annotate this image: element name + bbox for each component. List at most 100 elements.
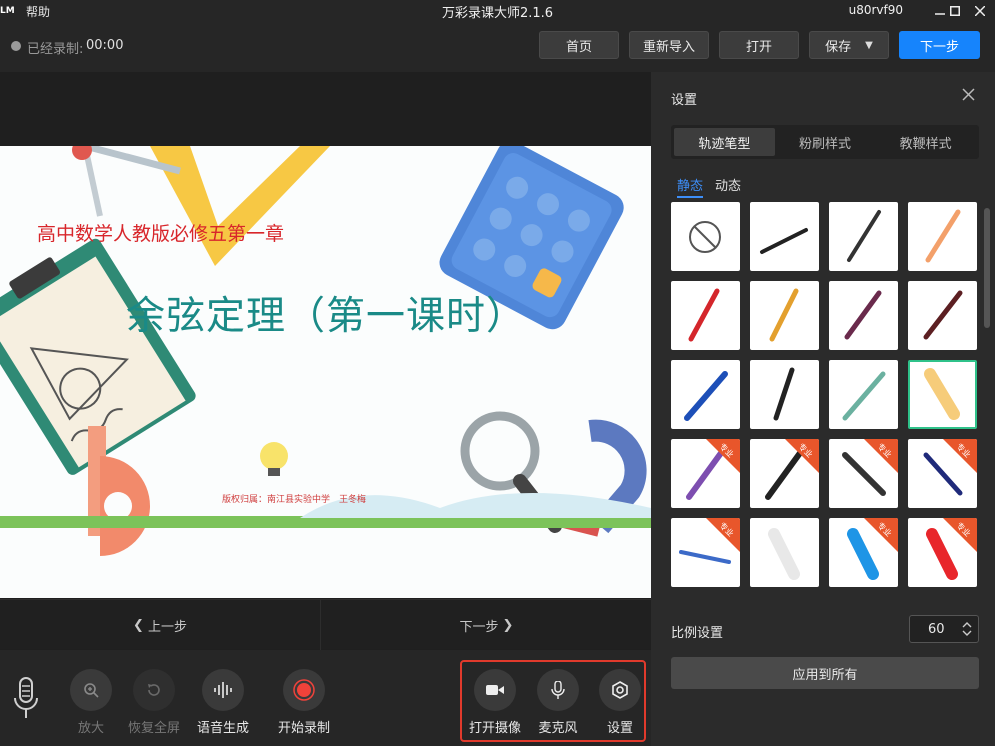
next-step-nav-button[interactable]: 下一步 ❯: [322, 600, 651, 650]
marker-icon: [773, 367, 795, 421]
pro-badge: 专业: [785, 439, 819, 473]
title-bar: LM 帮助 万彩录课大师2.1.6 u80rvf90: [0, 0, 995, 22]
pen-red[interactable]: [671, 281, 740, 350]
restore-fullscreen-button[interactable]: [133, 669, 175, 711]
pen-black-gold[interactable]: 专业: [750, 439, 819, 508]
pen-burgundy[interactable]: [908, 281, 977, 350]
ratio-stepper[interactable]: 60: [909, 615, 979, 643]
highlight-frame: [460, 660, 646, 742]
microphone-level-icon: [14, 677, 38, 718]
ratio-value[interactable]: 60: [928, 622, 945, 637]
pencil-icon: [760, 228, 808, 254]
recorded-label: 已经录制:: [27, 42, 84, 57]
pen-black-marker[interactable]: [750, 360, 819, 429]
pen-icon: [844, 290, 882, 340]
close-window-button[interactable]: [965, 0, 995, 22]
pen-fineliner[interactable]: [829, 202, 898, 271]
subtab-dynamic[interactable]: 动态: [715, 175, 741, 198]
stepper-arrows-icon[interactable]: [962, 621, 972, 637]
pen-pencil-orange[interactable]: [908, 202, 977, 271]
prev-step-button[interactable]: ❮ 上一步: [0, 600, 321, 650]
pen-icon: [688, 288, 720, 342]
pen-blue-fountain[interactable]: [671, 360, 740, 429]
no-pen-icon: [689, 221, 721, 253]
start-record-button[interactable]: [283, 669, 325, 711]
pen-none[interactable]: [671, 202, 740, 271]
chevron-left-icon: ❮: [133, 617, 144, 633]
maximize-icon: [950, 6, 960, 16]
chevron-right-icon: ❯: [502, 617, 514, 633]
settings-panel: 设置 轨迹笔型 粉刷样式 教鞭样式 静态 动态 专业 专业 专业 专业 专业 专…: [651, 72, 995, 746]
zoom-in-icon: [84, 683, 99, 698]
top-toolbar: 已经录制: 00:00 首页 重新导入 打开 保存 ▼ 下一步: [0, 22, 995, 72]
pro-badge: 专业: [706, 518, 740, 552]
menu-help[interactable]: 帮助: [26, 3, 50, 20]
scrollbar-thumb[interactable]: [984, 208, 990, 328]
slide-navigation: ❮ 上一步 下一步 ❯: [0, 599, 651, 650]
close-icon: [975, 6, 985, 16]
pen-teal-fountain[interactable]: [829, 360, 898, 429]
pen-grey-ballpoint[interactable]: 专业: [829, 439, 898, 508]
pen-icon: [769, 288, 799, 342]
save-label: 保存: [825, 39, 852, 55]
apply-to-all-button[interactable]: 应用到所有: [671, 657, 979, 689]
pen-icon: [847, 210, 881, 262]
open-button[interactable]: 打开: [719, 31, 799, 59]
username[interactable]: u80rvf90: [849, 3, 903, 17]
pro-badge: 专业: [864, 518, 898, 552]
pen-pencil-black[interactable]: [750, 202, 819, 271]
prev-step-label: 上一步: [147, 619, 187, 635]
voice-generate-label: 语音生成: [196, 721, 249, 736]
save-dropdown-button[interactable]: 保存 ▼: [809, 31, 889, 59]
pencil-icon: [925, 209, 961, 263]
fountain-pen-icon: [842, 371, 886, 421]
home-button[interactable]: 首页: [539, 31, 619, 59]
reimport-button[interactable]: 重新导入: [629, 31, 709, 59]
pen-purple-pencil[interactable]: 专业: [671, 439, 740, 508]
next-step-button[interactable]: 下一步: [899, 31, 980, 59]
window-title: 万彩录课大师2.1.6: [441, 5, 554, 21]
next-step-label: 下一步: [459, 619, 499, 635]
pen-purple[interactable]: [829, 281, 898, 350]
pen-icon: [923, 290, 963, 340]
tab-pen-style[interactable]: 轨迹笔型: [674, 128, 775, 156]
close-panel-icon[interactable]: [960, 86, 978, 104]
panel-tabs: 轨迹笔型 粉刷样式 教鞭样式: [671, 125, 979, 159]
start-record-label: 开始录制: [277, 721, 330, 736]
recorded-time: 00:00: [86, 38, 124, 53]
subtab-static[interactable]: 静态: [677, 175, 704, 198]
chalk-icon: [924, 368, 960, 420]
pro-badge: 专业: [706, 439, 740, 473]
pro-badge: 专业: [943, 439, 977, 473]
pen-chalk-yellow[interactable]: [908, 360, 977, 429]
record-status-dot: [11, 41, 21, 51]
zoom-in-button[interactable]: [70, 669, 112, 711]
app-window: LM 帮助 万彩录课大师2.1.6 u80rvf90 已经录制: 00:00 首…: [0, 0, 995, 746]
pen-navy-ballpoint[interactable]: 专业: [908, 439, 977, 508]
restore-icon: [148, 684, 160, 696]
pen-yellow[interactable]: [750, 281, 819, 350]
slide-preview: 高中数学人教版必修五第一章 余弦定理（第一课时） 版权归属：南江县实验中学 王冬…: [0, 146, 651, 598]
pro-badge: 专业: [864, 439, 898, 473]
fountain-pen-icon: [684, 371, 728, 421]
slide-title: 余弦定理（第一课时）: [126, 294, 527, 339]
pen-grid-scrollbar[interactable]: [984, 202, 990, 590]
slide-copyright: 版权归属：南江县实验中学 王冬梅: [222, 495, 367, 505]
voice-generate-button[interactable]: [202, 669, 244, 711]
sound-wave-icon: [214, 682, 232, 698]
pen-blue-pencil[interactable]: 专业: [671, 518, 740, 587]
restore-fullscreen-label: 恢复全屏: [127, 721, 180, 736]
slide-illustration: [0, 146, 651, 556]
pen-blue-chalk[interactable]: 专业: [829, 518, 898, 587]
slide-subtitle: 高中数学人教版必修五第一章: [37, 223, 285, 245]
tab-pointer-style[interactable]: 教鞭样式: [875, 128, 976, 156]
app-logo: LM: [0, 6, 15, 16]
subtabs: 静态 动态: [677, 175, 741, 198]
pen-red-chalk[interactable]: 专业: [908, 518, 977, 587]
tab-brush-style[interactable]: 粉刷样式: [775, 128, 876, 156]
pen-grid: 专业 专业 专业 专业 专业 专业 专业: [671, 202, 981, 590]
pen-white-chalk[interactable]: [750, 518, 819, 587]
chalk-icon: [768, 528, 800, 580]
chevron-down-icon: ▼: [865, 39, 873, 51]
record-icon: [293, 679, 315, 701]
